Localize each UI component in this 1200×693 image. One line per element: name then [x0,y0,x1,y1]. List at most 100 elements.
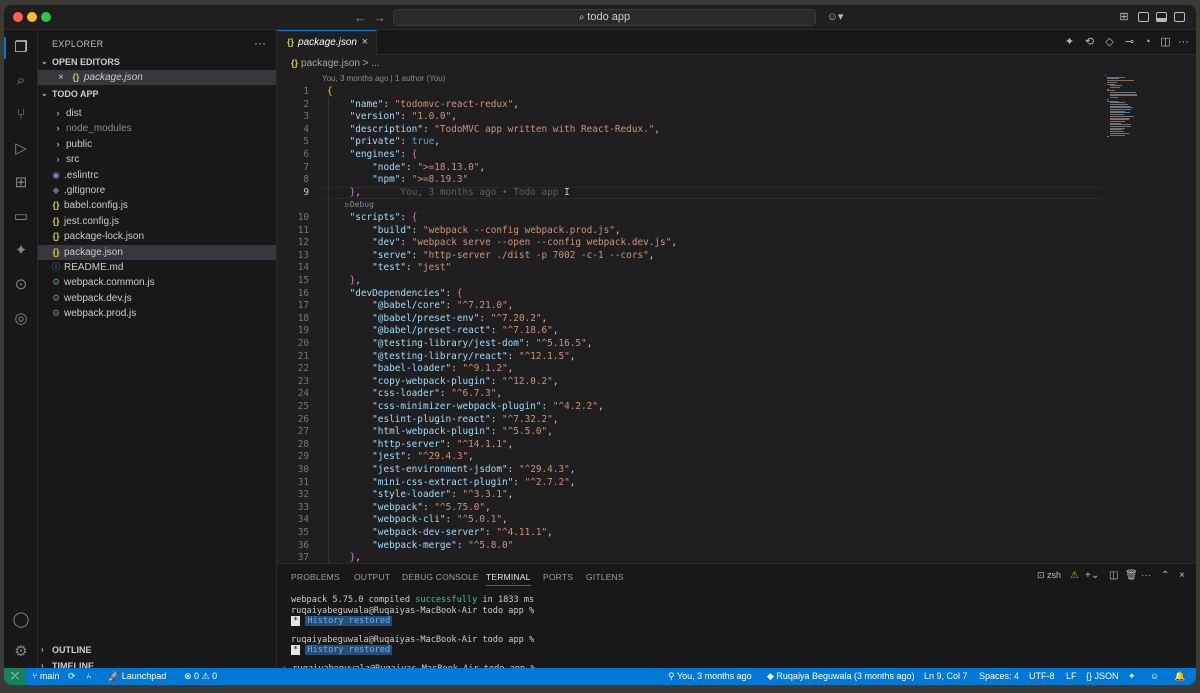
open-editor-item[interactable]: ×{} package.json [38,70,276,85]
trash-icon[interactable]: 🗑 [1125,570,1138,581]
code-line[interactable]: 13 "serve": "http-server ./dist -p 7002 … [277,250,1097,263]
indentation-status[interactable]: Spaces: 4 [979,668,1019,685]
arrow-right-icon[interactable]: → [373,10,386,25]
code-line[interactable]: 7 "node": ">=18.13.0", [277,162,1097,175]
panel-tab-ports[interactable]: PORTS [543,572,573,582]
next-revision-icon[interactable]: ⊸ [1123,36,1136,49]
encoding-status[interactable]: UTF-8 [1029,668,1055,685]
panel-tab-output[interactable]: OUTPUT [354,572,390,582]
code-line[interactable]: 4 "description": "TodoMVC app written wi… [277,124,1097,137]
file-tree-item[interactable]: {} package-lock.json [38,229,276,244]
code-line[interactable]: 11 "build": "webpack --config webpack.pr… [277,225,1097,238]
open-changes-icon[interactable]: ⟲ [1083,36,1096,49]
file-tree-item[interactable]: ⓘ README.md [38,260,276,275]
code-line[interactable]: 32 "style-loader": "^3.3.1", [277,489,1097,502]
minimize-window-button[interactable] [27,12,37,22]
toggle-secondary-sidebar-icon[interactable] [1174,12,1185,22]
code-line[interactable]: 2 "name": "todomvc-react-redux", [277,99,1097,112]
git-blame-codelens[interactable]: You, 3 months ago | 1 author (You) [322,74,445,83]
copilot-chat-icon[interactable]: ✦ [11,241,31,261]
blame-status[interactable]: ⚲ You, 3 months ago [668,668,752,685]
code-line[interactable]: 22 "babel-loader": "^9.1.2", [277,363,1097,376]
breadcrumb[interactable]: {} package.json > ... [291,58,380,69]
gitlens-inspect-icon[interactable]: ◎ [11,309,31,329]
code-line[interactable]: 20 "@testing-library/jest-dom": "^5.16.5… [277,338,1097,351]
customize-layout-icon[interactable]: ⊞ [1117,10,1131,24]
language-status[interactable]: {} JSON [1086,668,1119,685]
comments-icon[interactable]: ▭ [11,207,31,227]
gitlens-graph-icon[interactable]: ⑃ [86,668,91,685]
code-line[interactable]: 35 "webpack-dev-server": "^4.11.1", [277,527,1097,540]
code-line[interactable]: 6 "engines": { [277,149,1097,162]
open-editors-section[interactable]: ⌄ OPEN EDITORS [38,54,276,70]
copilot-icon[interactable]: ☺▾ [824,10,846,24]
debug-codelens[interactable]: ▷Debug [345,200,374,209]
code-line[interactable]: 5 "private": true, [277,136,1097,149]
copilot-status-icon[interactable]: ✦ [1128,668,1136,685]
file-tree-item[interactable]: ⚙ webpack.prod.js [38,306,276,321]
feedback-icon[interactable]: ☺ [1150,668,1159,685]
problems-status[interactable]: ⊗ 0 ⚠ 0 [184,668,217,685]
code-line[interactable]: 1{ [277,86,1097,99]
panel-tab-gitlens[interactable]: GITLENS [586,572,624,582]
code-line[interactable]: 17 "@babel/core": "^7.21.0", [277,300,1097,313]
gear-icon[interactable]: ⚙ [11,642,31,662]
code-line[interactable]: 14 "test": "jest" [277,262,1097,275]
eol-status[interactable]: LF [1066,668,1077,685]
command-center-search[interactable]: ⌕ todo app [393,9,816,26]
code-line[interactable]: 25 "css-minimizer-webpack-plugin": "^4.2… [277,401,1097,414]
code-line[interactable]: 10 "scripts": { [277,212,1097,225]
cursor-position[interactable]: Ln 9, Col 7 [924,668,968,685]
code-line[interactable]: 16 "devDependencies": { [277,288,1097,301]
file-tree-item[interactable]: › dist [38,106,276,121]
close-window-button[interactable] [13,12,23,22]
code-line[interactable]: 24 "css-loader": "^6.7.3", [277,388,1097,401]
code-line[interactable]: 36 "webpack-merge": "^5.8.0" [277,540,1097,553]
file-tree-item[interactable]: {} babel.config.js [38,198,276,213]
run-debug-icon[interactable]: ▷ [11,139,31,159]
panel-tab-debug-console[interactable]: DEBUG CONSOLE [402,572,479,582]
code-line[interactable]: 21 "@testing-library/react": "^12.1.5", [277,351,1097,364]
outline-section[interactable]: › OUTLINE [38,642,276,658]
remote-icon[interactable]: ⤫ [4,668,26,685]
maximize-window-button[interactable] [41,12,51,22]
file-tree-item[interactable]: {} jest.config.js [38,214,276,229]
gitlens-blame-icon[interactable]: ◔ [1141,36,1154,49]
toggle-panel-icon[interactable] [1156,12,1167,22]
toggle-primary-sidebar-icon[interactable] [1138,12,1149,22]
source-control-icon[interactable]: ⑂ [11,105,31,125]
code-line[interactable]: 3 "version": "1.0.0", [277,111,1097,124]
code-line[interactable]: 19 "@babel/preset-react": "^7.18.6", [277,325,1097,338]
code-line[interactable]: 23 "copy-webpack-plugin": "^12.0.2", [277,376,1097,389]
file-tree-item[interactable]: ⚙ webpack.dev.js [38,291,276,306]
code-line[interactable]: 8 "npm": ">=8.19.3" [277,174,1097,187]
arrow-left-icon[interactable]: ← [354,10,367,25]
code-line[interactable]: 15 }, [277,275,1097,288]
code-line[interactable]: 33 "webpack": "^5.75.0", [277,502,1097,515]
new-terminal-icon[interactable]: +⌄ [1085,570,1099,581]
code-line[interactable]: 34 "webpack-cli": "^5.0.1", [277,514,1097,527]
code-line[interactable]: 28 "http-server": "^14.1.1", [277,439,1097,452]
close-icon[interactable]: × [58,72,64,83]
split-editor-icon[interactable]: ◫ [1159,36,1172,49]
file-tree-item[interactable]: ◆ .gitignore [38,183,276,198]
close-icon[interactable]: × [362,31,368,54]
more-actions-icon[interactable]: ··· [254,36,266,50]
more-actions-icon[interactable]: ··· [1177,36,1190,49]
minimap[interactable] [1105,75,1145,140]
file-tree-item[interactable]: › node_modules [38,121,276,136]
terminal-shell-selector[interactable]: ⊡ zsh [1037,570,1061,581]
author-status[interactable]: ◆ Ruqaiya Beguwala (3 months ago) [767,668,915,685]
file-tree-item[interactable]: › public [38,137,276,152]
code-line[interactable]: 30 "jest-environment-jsdom": "^29.4.3", [277,464,1097,477]
account-icon[interactable]: ◯ [11,610,31,630]
gitlens-icon[interactable]: ⊙ [11,275,31,295]
chevron-up-icon[interactable]: ⌃ [1161,570,1169,581]
search-icon[interactable]: ⌕ [11,71,31,91]
file-tree-item[interactable]: ⚙ webpack.common.js [38,275,276,290]
sync-icon[interactable]: ⟳ [68,668,76,685]
split-terminal-icon[interactable]: ◫ [1109,570,1118,581]
code-line[interactable]: 12 "dev": "webpack serve --open --config… [277,237,1097,250]
launchpad-status[interactable]: 🚀 Launchpad [108,668,166,685]
panel-tab-terminal[interactable]: TERMINAL [486,572,531,586]
